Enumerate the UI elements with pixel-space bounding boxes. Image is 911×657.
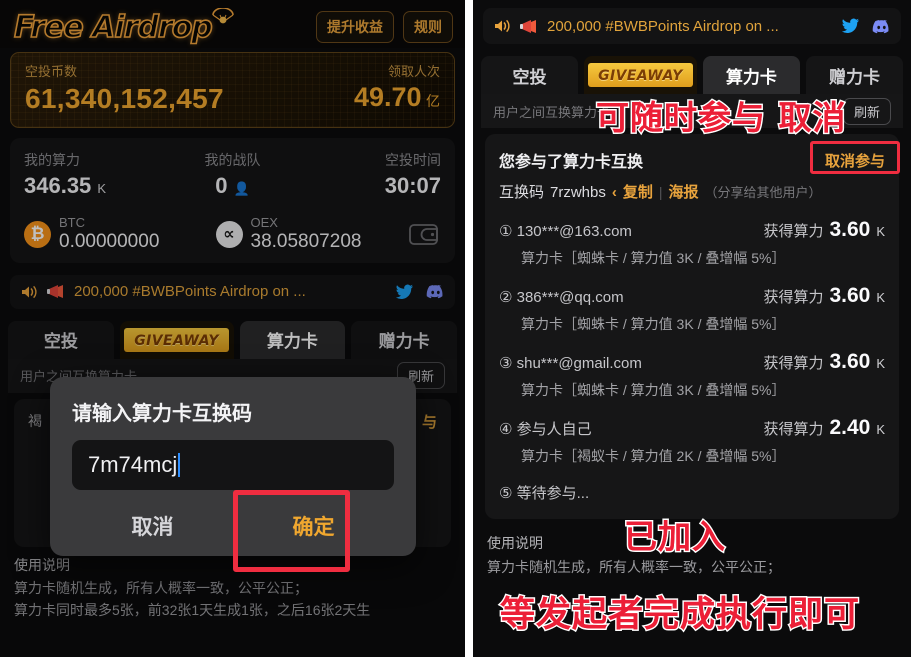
entry-index: ④	[499, 421, 513, 438]
list-item: ④ 参与人自己 获得算力 2.40 K 算力卡［褐蚁卡 / 算力值 2K / 叠…	[499, 416, 885, 466]
exchange-code-input[interactable]: 7m74mcj	[72, 440, 394, 490]
modal-cancel-button[interactable]: 取消	[72, 496, 233, 556]
code-row-divider: |	[658, 184, 663, 200]
copy-button[interactable]: 复制	[623, 181, 653, 202]
entry-detail: 算力卡［蜘蛛卡 / 算力值 3K / 叠增幅 5%］	[521, 250, 786, 266]
list-item: ② 386***@qq.com 获得算力 3.60 K 算力卡［蜘蛛卡 / 算力…	[499, 284, 885, 334]
entry-index: ②	[499, 289, 513, 306]
entry-index: ⑤	[499, 485, 513, 502]
announcement-ticker[interactable]: 200,000 #BWBPoints Airdrop on ...	[483, 8, 901, 44]
share-hint: （分享给其他用户）	[704, 185, 822, 200]
list-item: ③ shu***@gmail.com 获得算力 3.60 K 算力卡［蜘蛛卡 /…	[499, 350, 885, 400]
poster-button[interactable]: 海报	[669, 181, 699, 202]
refresh-button[interactable]: 刷新	[842, 97, 891, 125]
exchange-code-row: 互换码 7rzwhbs ‹ 复制 | 海报 （分享给其他用户）	[499, 181, 885, 202]
entry-gain-label: 获得算力	[763, 355, 824, 372]
twitter-icon[interactable]	[841, 18, 860, 34]
list-item: ① 130***@163.com 获得算力 3.60 K 算力卡［蜘蛛卡 / 算…	[499, 218, 885, 268]
entry-gain-label: 获得算力	[763, 289, 824, 306]
entry-user: shu***@gmail.com	[516, 355, 642, 372]
modal-backdrop[interactable]	[0, 0, 465, 657]
list-item: ⑤ 等待参与...	[499, 482, 885, 503]
giveaway-ribbon: GIVEAWAY	[588, 63, 693, 87]
entry-gain-value: 2.40	[829, 416, 871, 439]
modal-title: 请输入算力卡互换码	[72, 403, 252, 425]
app-screenshot: Free Airdrop 提升收益 规则 空投币数 领取人次 61,340,15…	[0, 0, 911, 657]
entry-gain-label: 获得算力	[763, 421, 824, 438]
tab-gift-card[interactable]: 赠力卡	[805, 56, 904, 94]
entry-gain-unit: K	[876, 356, 885, 371]
panel-divider	[465, 0, 473, 657]
modal-confirm-button[interactable]: 确定	[233, 496, 394, 556]
tab-giveaway-label: GIVEAWAY	[598, 68, 683, 84]
entry-user: 386***@qq.com	[516, 289, 624, 306]
entry-gain-value: 3.60	[829, 350, 871, 373]
entry-user: 参与人自己	[516, 421, 592, 438]
entry-gain-value: 3.60	[829, 284, 871, 307]
entry-gain-unit: K	[876, 422, 885, 437]
entry-gain-unit: K	[876, 224, 885, 239]
entry-gain-label: 获得算力	[763, 223, 824, 240]
exchange-code-value: 7rzwhbs	[550, 184, 606, 201]
exchange-code-modal: 请输入算力卡互换码 7m74mcj 取消 确定	[50, 377, 416, 572]
usage-title: 使用说明	[487, 535, 543, 551]
entry-detail: 算力卡［蜘蛛卡 / 算力值 3K / 叠增幅 5%］	[521, 316, 786, 332]
entry-detail: 算力卡［蜘蛛卡 / 算力值 3K / 叠增幅 5%］	[521, 382, 786, 398]
sub-bar: 用户之间互换算力卡 刷新	[481, 94, 903, 128]
copy-caret-icon: ‹	[611, 184, 617, 201]
right-panel: 200,000 #BWBPoints Airdrop on ... 空投 GIV…	[473, 0, 911, 657]
tab-hashrate-card[interactable]: 算力卡	[702, 56, 800, 94]
entry-user: 130***@163.com	[516, 223, 632, 240]
entry-index: ①	[499, 223, 513, 240]
entry-gain-unit: K	[876, 290, 885, 305]
cancel-participation-button[interactable]: 取消参与	[825, 150, 885, 171]
entry-index: ③	[499, 355, 513, 372]
modal-actions: 取消 确定	[72, 496, 394, 556]
tab-bar: 空投 GIVEAWAY 算力卡 赠力卡	[473, 44, 911, 94]
discord-icon[interactable]	[872, 19, 891, 34]
exchange-code-label: 互换码	[499, 184, 545, 201]
speaker-icon	[495, 19, 510, 33]
sub-bar-text: 用户之间互换算力卡	[493, 104, 611, 120]
entry-user: 等待参与...	[516, 485, 590, 502]
megaphone-icon	[520, 19, 536, 33]
exchange-title: 您参与了算力卡互换	[499, 154, 644, 171]
left-panel: Free Airdrop 提升收益 规则 空投币数 领取人次 61,340,15…	[0, 0, 465, 657]
exchange-participation-card: 您参与了算力卡互换 取消参与 互换码 7rzwhbs ‹ 复制 | 海报 （分享…	[485, 134, 899, 519]
usage-line-1: 算力卡随机生成，所有人概率一致，公平公正；	[487, 558, 781, 575]
tab-giveaway[interactable]: GIVEAWAY	[584, 56, 697, 94]
text-cursor	[178, 453, 181, 477]
usage-notes: 使用说明 算力卡随机生成，所有人概率一致，公平公正；	[473, 519, 911, 578]
ticker-text: 200,000 #BWBPoints Airdrop on ...	[547, 17, 779, 35]
tab-airdrop[interactable]: 空投	[481, 56, 579, 94]
exchange-code-input-value: 7m74mcj	[88, 452, 178, 477]
entry-detail: 算力卡［褐蚁卡 / 算力值 2K / 叠增幅 5%］	[521, 448, 786, 464]
entry-gain-value: 3.60	[829, 218, 871, 241]
ticker-socials	[841, 18, 891, 34]
